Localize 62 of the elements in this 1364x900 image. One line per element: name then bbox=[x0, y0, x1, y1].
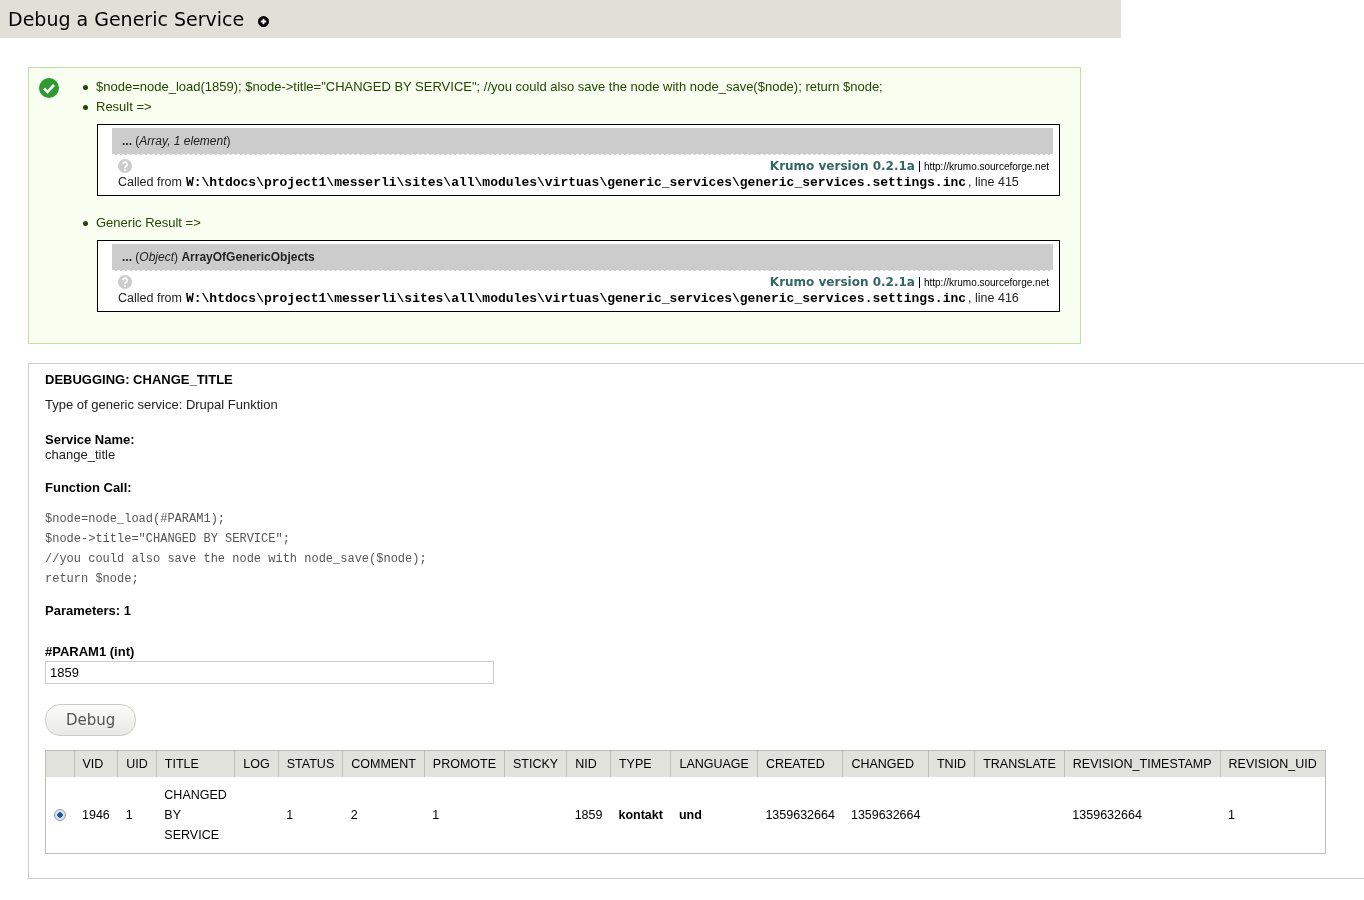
field-value: change_title bbox=[45, 447, 117, 462]
radio-button[interactable] bbox=[54, 809, 66, 821]
column-header[interactable]: LOG bbox=[234, 750, 279, 777]
table-cell: 1 bbox=[117, 777, 157, 854]
field-label: #PARAM1 (int) bbox=[45, 644, 136, 659]
column-header[interactable]: TRANSLATE bbox=[974, 750, 1065, 777]
column-header[interactable]: REVISION_TIMESTAMP bbox=[1064, 750, 1221, 777]
column-header[interactable]: TNID bbox=[928, 750, 975, 777]
table-cell: 1859 bbox=[566, 777, 611, 854]
column-header[interactable]: CHANGED bbox=[842, 750, 929, 777]
line-number: , line 415 bbox=[968, 175, 1019, 189]
code-line: $node->title="CHANGED BY SERVICE"; bbox=[45, 531, 291, 548]
dump-summary[interactable]: ... (Object) ArrayOfGenericObjects bbox=[112, 244, 1053, 271]
code-line: //you could also save the node with node_save($node); bbox=[45, 551, 428, 568]
message-text: Result => bbox=[96, 98, 152, 116]
table-cell: 1 bbox=[424, 777, 505, 854]
column-header[interactable]: STICKY bbox=[504, 750, 567, 777]
version-label: Krumo version 0.2.1a bbox=[769, 275, 915, 289]
column-header[interactable]: REVISION_UID bbox=[1220, 750, 1326, 777]
code-line: return $node; bbox=[45, 571, 140, 588]
column-header[interactable]: TITLE bbox=[156, 750, 235, 777]
column-header[interactable]: TYPE bbox=[610, 750, 671, 777]
krumo-link[interactable]: http://krumo.sourceforge.net bbox=[923, 276, 1049, 288]
column-header[interactable]: COMMENT bbox=[342, 750, 425, 777]
table-cell: 1 bbox=[1220, 777, 1326, 854]
table-cell: 1946 bbox=[74, 777, 118, 854]
message-text: Generic Result => bbox=[96, 214, 201, 232]
field-label: Service Name: bbox=[45, 432, 136, 447]
code-line: $node=node_load(#PARAM1); bbox=[45, 511, 227, 528]
version-label: Krumo version 0.2.1a bbox=[769, 159, 915, 173]
column-header[interactable]: UID bbox=[117, 750, 157, 777]
column-header[interactable]: PROMOTE bbox=[424, 750, 505, 777]
column-header[interactable]: CREATED bbox=[757, 750, 843, 777]
table-cell: 1359632664 bbox=[757, 777, 843, 854]
table-cell: 1359632664 bbox=[842, 777, 929, 854]
column-header[interactable]: LANGUAGE bbox=[670, 750, 758, 777]
krumo-link[interactable]: http://krumo.sourceforge.net bbox=[923, 160, 1049, 172]
table-cell: 2 bbox=[342, 777, 425, 854]
service-type: Type of generic service: Drupal Funktion bbox=[45, 397, 279, 412]
table-cell: 1 bbox=[278, 777, 343, 854]
column-header[interactable]: VID bbox=[74, 750, 118, 777]
table-cell: CHANGED BY SERVICE bbox=[156, 777, 235, 854]
debug-button[interactable]: Debug bbox=[45, 704, 137, 736]
plus-icon[interactable] bbox=[258, 15, 270, 27]
column-header[interactable]: NID bbox=[566, 750, 611, 777]
message-text: $node=node_load(1859); $node->title="CHANGED BY SERVICE"; //you could also save the node with node_save($node); return $node; bbox=[96, 78, 883, 96]
check-icon bbox=[39, 78, 59, 98]
panel-heading: DEBUGGING: CHANGE_TITLE bbox=[45, 372, 234, 387]
file-path: W:\htdocs\project1\messerli\sites\all\modules\virtuas\generic_services\generic_services.settings.inc bbox=[185, 291, 967, 306]
field-label: Function Call: bbox=[45, 480, 133, 495]
table-cell: kontakt bbox=[610, 777, 671, 854]
called-from-label: Called from bbox=[118, 291, 182, 305]
table-cell: und bbox=[670, 777, 758, 854]
param-input[interactable]: 1859 bbox=[45, 661, 494, 684]
line-number: , line 416 bbox=[968, 291, 1019, 305]
called-from-label: Called from bbox=[118, 175, 182, 189]
parameters-count: Parameters: 1 bbox=[45, 603, 132, 618]
page-title: Debug a Generic Service bbox=[8, 8, 245, 30]
dump-summary[interactable]: ... (Array, 1 element) bbox=[112, 128, 1053, 155]
column-header[interactable]: STATUS bbox=[278, 750, 343, 777]
table-cell: 1359632664 bbox=[1064, 777, 1221, 854]
file-path: W:\htdocs\project1\messerli\sites\all\modules\virtuas\generic_services\generic_services.settings.inc bbox=[185, 175, 967, 190]
